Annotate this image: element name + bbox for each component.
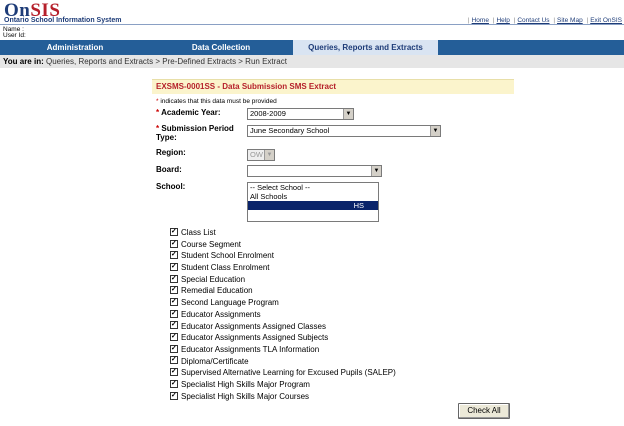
checkbox-checked-icon[interactable] <box>170 354 178 366</box>
chevron-down-icon: ▼ <box>371 166 381 176</box>
school-option-selected[interactable]: HS <box>248 201 378 210</box>
submission-period-label: * Submission Period Type: <box>156 124 234 142</box>
academic-year-label: * Academic Year: <box>156 108 221 117</box>
checkbox-checked-icon[interactable] <box>170 238 178 249</box>
checkbox-checked-icon[interactable] <box>170 273 178 284</box>
system-name: Ontario School Information System <box>4 17 122 24</box>
school-option[interactable]: -- Select School -- <box>248 183 378 192</box>
checkbox-item[interactable]: Specialist High Skills Major Program <box>170 378 396 391</box>
school-listbox[interactable]: -- Select School -- All Schools HS <box>247 182 379 222</box>
tab-queries-reports-extracts[interactable]: Queries, Reports and Extracts <box>293 40 438 55</box>
form-title: EXSMS-0001SS - Data Submission SMS Extra… <box>152 79 514 94</box>
chevron-down-icon: ▼ <box>343 109 353 119</box>
link-help[interactable]: Help <box>496 17 509 24</box>
checkbox-checked-icon[interactable] <box>170 390 178 401</box>
top-links: | Home | Help | Contact Us | Site Map | Exit … <box>467 17 622 24</box>
chevron-down-icon: ▼ <box>430 126 440 136</box>
checkbox-checked-icon[interactable] <box>170 343 178 354</box>
region-select[interactable]: OW ▼ <box>247 149 275 161</box>
checkbox-item[interactable]: Educator Assignments Assigned Subjects <box>170 331 396 344</box>
checkbox-checked-icon[interactable] <box>170 319 178 331</box>
checkbox-item[interactable]: Second Language Program <box>170 296 396 309</box>
checkbox-item[interactable]: Specialist High Skills Major Courses <box>170 390 396 403</box>
checkbox-checked-icon[interactable] <box>170 249 178 261</box>
tab-administration[interactable]: Administration <box>0 40 150 55</box>
checkbox-checked-icon[interactable] <box>170 296 178 308</box>
checkbox-checked-icon[interactable] <box>170 308 178 319</box>
breadcrumb-prefix: You are in: <box>3 57 44 66</box>
checkbox-item[interactable]: Remedial Education <box>170 284 396 297</box>
checkbox-item[interactable]: Special Education <box>170 273 396 286</box>
tab-data-collection[interactable]: Data Collection <box>150 40 292 55</box>
school-label: School: <box>156 182 186 191</box>
checkbox-checked-icon[interactable] <box>170 284 178 296</box>
checkbox-item[interactable]: Diploma/Certificate <box>170 354 396 368</box>
submission-period-select[interactable]: June Secondary School ▼ <box>247 125 441 137</box>
checkbox-checked-icon[interactable] <box>170 331 178 343</box>
region-label: Region: <box>156 148 186 157</box>
checkbox-item[interactable]: Class List <box>170 226 396 239</box>
main-nav: Administration Data Collection Queries, … <box>0 40 624 55</box>
checkbox-item[interactable]: Educator Assignments Assigned Classes <box>170 319 396 333</box>
breadcrumb-path: Queries, Reports and Extracts > Pre-Defi… <box>45 57 287 66</box>
checkbox-item[interactable]: Student School Enrolment <box>170 249 396 262</box>
link-exit[interactable]: Exit OnSIS <box>590 17 622 24</box>
check-all-button[interactable]: Check All <box>458 403 510 419</box>
checkbox-item[interactable]: Supervised Alternative Learning for Excu… <box>170 366 396 379</box>
school-option[interactable]: All Schools <box>248 192 378 201</box>
breadcrumb: You are in: Queries, Reports and Extract… <box>0 55 624 68</box>
link-home[interactable]: Home <box>472 17 489 24</box>
checkbox-item[interactable]: Educator Assignments <box>170 308 396 321</box>
extract-checkbox-list: Class List Course Segment Student School… <box>170 226 396 403</box>
checkbox-checked-icon[interactable] <box>170 226 178 238</box>
header-divider <box>0 24 624 25</box>
link-contact-us[interactable]: Contact Us <box>517 17 549 24</box>
required-note: * indicates that this data must be provi… <box>156 98 277 105</box>
checkbox-item[interactable]: Educator Assignments TLA Information <box>170 343 396 356</box>
checkbox-item[interactable]: Course Segment <box>170 238 396 251</box>
checkbox-checked-icon[interactable] <box>170 366 178 378</box>
checkbox-checked-icon[interactable] <box>170 378 178 390</box>
chevron-down-icon: ▼ <box>264 150 274 160</box>
userid-label: User Id: <box>3 32 26 39</box>
checkbox-checked-icon[interactable] <box>170 261 178 273</box>
checkbox-item[interactable]: Student Class Enrolment <box>170 261 396 274</box>
board-select[interactable]: ▼ <box>247 165 382 177</box>
link-site-map[interactable]: Site Map <box>557 17 583 24</box>
academic-year-select[interactable]: 2008-2009 ▼ <box>247 108 354 120</box>
board-label: Board: <box>156 165 182 174</box>
